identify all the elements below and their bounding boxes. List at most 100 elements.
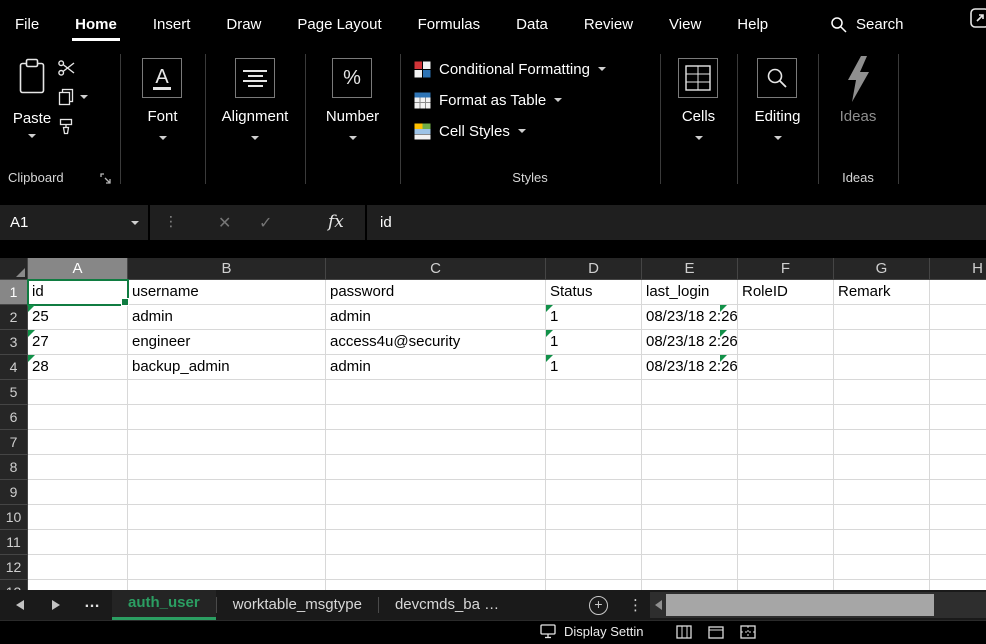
cell-C4[interactable]: admin [326, 355, 546, 380]
scroll-left-arrow-icon[interactable] [655, 600, 662, 610]
copy-button[interactable] [58, 88, 74, 111]
cell-D12[interactable] [546, 555, 642, 580]
cell-F9[interactable] [738, 480, 834, 505]
cell-F3[interactable] [738, 330, 834, 355]
cell-G9[interactable] [834, 480, 930, 505]
row-header-12[interactable]: 12 [0, 555, 28, 580]
cell-G2[interactable] [834, 305, 930, 330]
cell-E8[interactable] [642, 455, 738, 480]
cell-B3[interactable]: engineer [128, 330, 326, 355]
cell-D6[interactable] [546, 405, 642, 430]
enter-icon[interactable] [259, 205, 272, 240]
sheet-tab-auth_user[interactable]: auth_user [112, 590, 216, 620]
cell-G3[interactable] [834, 330, 930, 355]
column-header-H[interactable]: H [930, 258, 986, 280]
cell-C13[interactable] [326, 580, 546, 590]
cell-H13[interactable] [930, 580, 986, 590]
cell-D7[interactable] [546, 430, 642, 455]
cell-styles-button[interactable]: Cell Styles [414, 120, 526, 142]
cell-A6[interactable] [28, 405, 128, 430]
cell-A4[interactable]: 28 [28, 355, 128, 380]
cell-A1[interactable]: id [28, 280, 128, 305]
cell-C9[interactable] [326, 480, 546, 505]
normal-view-icon[interactable] [676, 625, 692, 639]
cell-A8[interactable] [28, 455, 128, 480]
cell-E1[interactable]: last_login [642, 280, 738, 305]
number-group-button[interactable]: % Number [305, 48, 400, 190]
cell-A9[interactable] [28, 480, 128, 505]
search-button[interactable]: Search [830, 0, 904, 48]
cell-D11[interactable] [546, 530, 642, 555]
row-header-13[interactable]: 13 [0, 580, 28, 590]
menu-tab-draw[interactable]: Draw [226, 16, 261, 33]
cell-G8[interactable] [834, 455, 930, 480]
menu-tab-review[interactable]: Review [584, 16, 633, 33]
cell-C12[interactable] [326, 555, 546, 580]
cell-B7[interactable] [128, 430, 326, 455]
row-header-8[interactable]: 8 [0, 455, 28, 480]
share-icon[interactable] [970, 8, 986, 33]
row-header-11[interactable]: 11 [0, 530, 28, 555]
menu-tab-formulas[interactable]: Formulas [418, 16, 481, 33]
scrollbar-thumb[interactable] [666, 594, 934, 616]
alignment-group-button[interactable]: Alignment [205, 48, 305, 190]
cell-A13[interactable] [28, 580, 128, 590]
cell-F1[interactable]: RoleID [738, 280, 834, 305]
cell-D2[interactable]: 1 [546, 305, 642, 330]
menu-tab-insert[interactable]: Insert [153, 16, 191, 33]
name-box-resize-handle[interactable] [164, 205, 178, 240]
cell-C7[interactable] [326, 430, 546, 455]
cell-E6[interactable] [642, 405, 738, 430]
cell-F7[interactable] [738, 430, 834, 455]
cell-E11[interactable] [642, 530, 738, 555]
column-header-F[interactable]: F [738, 258, 834, 280]
column-header-D[interactable]: D [546, 258, 642, 280]
cell-F11[interactable] [738, 530, 834, 555]
cell-E13[interactable] [642, 580, 738, 590]
conditional-formatting-button[interactable]: Conditional Formatting [414, 58, 606, 80]
cell-G13[interactable] [834, 580, 930, 590]
cell-B10[interactable] [128, 505, 326, 530]
fill-handle[interactable] [121, 298, 129, 306]
cell-H12[interactable] [930, 555, 986, 580]
cell-C2[interactable]: admin [326, 305, 546, 330]
cell-G11[interactable] [834, 530, 930, 555]
cell-B6[interactable] [128, 405, 326, 430]
page-layout-view-icon[interactable] [708, 625, 724, 639]
cell-D9[interactable] [546, 480, 642, 505]
cut-button[interactable] [58, 60, 76, 81]
select-all-corner[interactable] [0, 258, 28, 280]
font-group-button[interactable]: A Font [120, 48, 205, 190]
cell-G1[interactable]: Remark [834, 280, 930, 305]
formula-input[interactable]: id [380, 205, 392, 240]
chevron-down-icon[interactable] [80, 95, 88, 99]
prev-sheet-arrow-icon[interactable] [16, 600, 24, 610]
cell-A12[interactable] [28, 555, 128, 580]
cell-F10[interactable] [738, 505, 834, 530]
menu-tab-help[interactable]: Help [737, 16, 768, 33]
cell-C3[interactable]: access4u@security [326, 330, 546, 355]
cell-F13[interactable] [738, 580, 834, 590]
cell-E3[interactable]: 08/23/18 2:26 [642, 330, 738, 355]
cell-E9[interactable] [642, 480, 738, 505]
cancel-icon[interactable] [218, 205, 231, 240]
cell-A11[interactable] [28, 530, 128, 555]
cell-E10[interactable] [642, 505, 738, 530]
cell-A7[interactable] [28, 430, 128, 455]
new-sheet-button[interactable] [589, 596, 608, 615]
cell-H2[interactable] [930, 305, 986, 330]
cell-C5[interactable] [326, 380, 546, 405]
column-header-A[interactable]: A [28, 258, 128, 280]
cell-C11[interactable] [326, 530, 546, 555]
row-header-7[interactable]: 7 [0, 430, 28, 455]
cells-group-button[interactable]: Cells [660, 48, 737, 190]
insert-function-button[interactable]: fx [328, 205, 344, 240]
cell-D3[interactable]: 1 [546, 330, 642, 355]
cell-B11[interactable] [128, 530, 326, 555]
paste-button[interactable]: Paste [8, 52, 56, 162]
column-header-C[interactable]: C [326, 258, 546, 280]
cell-B1[interactable]: username [128, 280, 326, 305]
cell-G10[interactable] [834, 505, 930, 530]
cell-H1[interactable] [930, 280, 986, 305]
cell-F2[interactable] [738, 305, 834, 330]
